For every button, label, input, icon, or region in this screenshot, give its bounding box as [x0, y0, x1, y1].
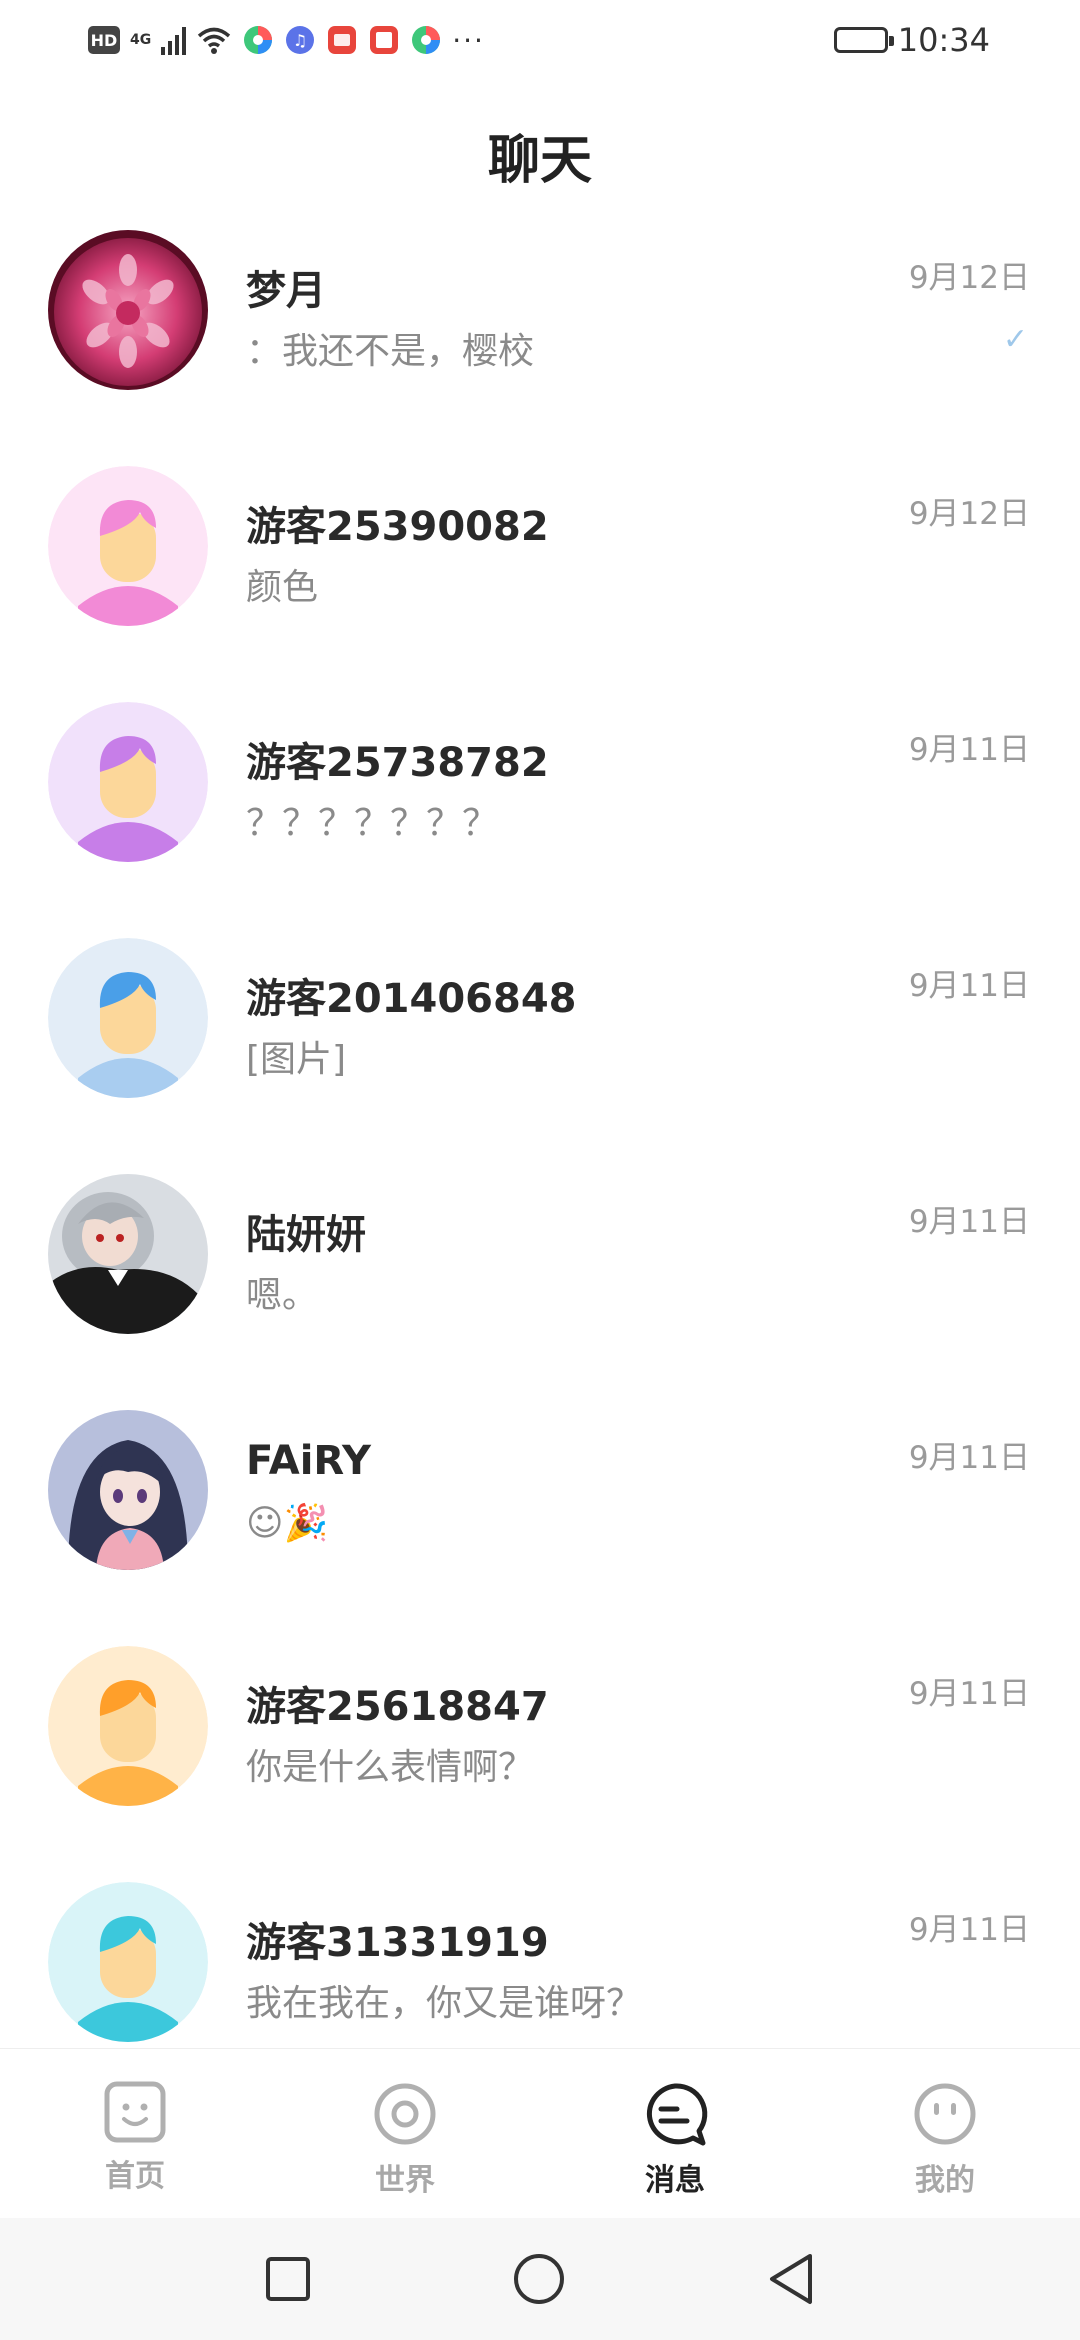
avatar[interactable]	[48, 1410, 208, 1570]
chat-name: 游客25390082	[246, 504, 549, 550]
back-triangle-icon[interactable]	[766, 2252, 816, 2306]
tab-messages-label: 消息	[645, 2163, 705, 2198]
chat-preview: 颜色	[246, 567, 319, 608]
profile-face-icon	[914, 2083, 976, 2145]
status-right: 10:34	[833, 21, 990, 59]
chat-item[interactable]: 游客25738782 ？？？？？？？ 9月11日	[0, 702, 1080, 938]
chat-date: 9月11日	[908, 1440, 1030, 1476]
tab-home-label: 首页	[105, 2159, 165, 2194]
chat-preview: [图片]	[246, 1039, 347, 1080]
bottom-nav: 首页 世界 消息 我的	[0, 2048, 1080, 2218]
flower-avatar-image	[48, 230, 208, 390]
chat-name: 游客201406848	[246, 976, 577, 1022]
system-nav-bar	[0, 2218, 1080, 2340]
svg-text:♫: ♫	[293, 31, 307, 50]
home-face-icon	[104, 2081, 166, 2143]
page-title: 聊天	[487, 131, 592, 191]
chat-list[interactable]: 梦月 ：我还不是，樱校 9月12日 ✓ 游客25390082 颜色 9月12日	[0, 230, 1080, 2050]
avatar[interactable]	[48, 1646, 208, 1806]
chat-date: 9月11日	[908, 732, 1030, 768]
chat-date: 9月12日	[908, 260, 1030, 296]
recents-square-icon[interactable]	[264, 2255, 312, 2303]
tab-profile-label: 我的	[915, 2163, 975, 2198]
tab-messages[interactable]: 消息	[540, 2049, 810, 2218]
world-ring-icon	[374, 2083, 436, 2145]
reader-app-icon	[370, 26, 399, 54]
chat-item[interactable]: 游客31331919 我在我在，你又是谁呀？ 9月11日	[0, 1882, 1080, 2050]
chat-item[interactable]: 游客201406848 [图片] 9月11日	[0, 938, 1080, 1174]
avatar[interactable]	[48, 466, 208, 626]
chat-name: 梦月	[246, 268, 326, 314]
tab-world-label: 世界	[375, 2163, 435, 2198]
huawei-store-icon	[328, 26, 357, 54]
chat-preview: ☺🎉	[246, 1503, 329, 1544]
anime-girl-avatar-image	[48, 1410, 208, 1570]
battery-icon	[833, 27, 894, 53]
avatar[interactable]	[48, 230, 208, 390]
tab-profile[interactable]: 我的	[810, 2049, 1080, 2218]
chat-name: 游客31331919	[246, 1920, 549, 1966]
avatar[interactable]	[48, 1882, 208, 2042]
home-circle-icon[interactable]	[512, 2252, 566, 2306]
app-pinwheel-icon	[244, 26, 273, 54]
hd-icon: HD	[88, 26, 120, 54]
more-notifications-icon: ···	[452, 23, 485, 57]
tab-home[interactable]: 首页	[0, 2049, 270, 2218]
signal-icon	[161, 25, 187, 55]
guest-avatar-icon	[48, 702, 208, 862]
avatar[interactable]	[48, 938, 208, 1098]
chat-name: FAiRY	[246, 1438, 371, 1484]
chat-date: 9月11日	[908, 968, 1030, 1004]
app-pinwheel-icon-2	[412, 26, 441, 54]
message-bubble-icon	[646, 2083, 708, 2146]
guest-avatar-icon	[48, 466, 208, 626]
chat-date: 9月11日	[908, 1676, 1030, 1712]
chat-preview: 嗯。	[246, 1275, 319, 1316]
guest-avatar-icon	[48, 1882, 208, 2042]
network-type: 4G	[130, 32, 152, 48]
status-bar: HD 4G ♫ ··· 10:34	[0, 0, 1080, 80]
chat-item[interactable]: FAiRY ☺🎉 9月11日	[0, 1410, 1080, 1646]
chat-item[interactable]: 陆妍妍 嗯。 9月11日	[0, 1174, 1080, 1410]
tab-world[interactable]: 世界	[270, 2049, 540, 2218]
chat-date: 9月11日	[908, 1204, 1030, 1240]
chat-preview: 我在我在，你又是谁呀？	[246, 1983, 643, 2024]
chat-preview: 你是什么表情啊？	[246, 1747, 535, 1788]
chat-name: 陆妍妍	[246, 1212, 366, 1258]
guest-avatar-icon	[48, 1646, 208, 1806]
read-check-icon: ✓	[1002, 322, 1028, 357]
anime-avatar-image	[48, 1174, 208, 1334]
avatar[interactable]	[48, 1174, 208, 1334]
chat-item[interactable]: 梦月 ：我还不是，樱校 9月12日 ✓	[0, 230, 1080, 466]
chat-preview: ？？？？？？？	[246, 803, 499, 844]
chat-item[interactable]: 游客25390082 颜色 9月12日	[0, 466, 1080, 702]
wifi-icon	[198, 27, 231, 54]
avatar[interactable]	[48, 702, 208, 862]
clock: 10:34	[897, 21, 990, 59]
chat-preview: ：我还不是，樱校	[246, 331, 535, 372]
chat-name: 游客25738782	[246, 740, 549, 786]
status-left: HD 4G ♫ ···	[88, 24, 485, 57]
chat-date: 9月11日	[908, 1912, 1030, 1948]
chat-date: 9月12日	[908, 496, 1030, 532]
chat-item[interactable]: 游客25618847 你是什么表情啊？ 9月11日	[0, 1646, 1080, 1882]
music-app-icon: ♫	[286, 26, 315, 54]
guest-avatar-icon	[48, 938, 208, 1098]
chat-name: 游客25618847	[246, 1684, 549, 1730]
